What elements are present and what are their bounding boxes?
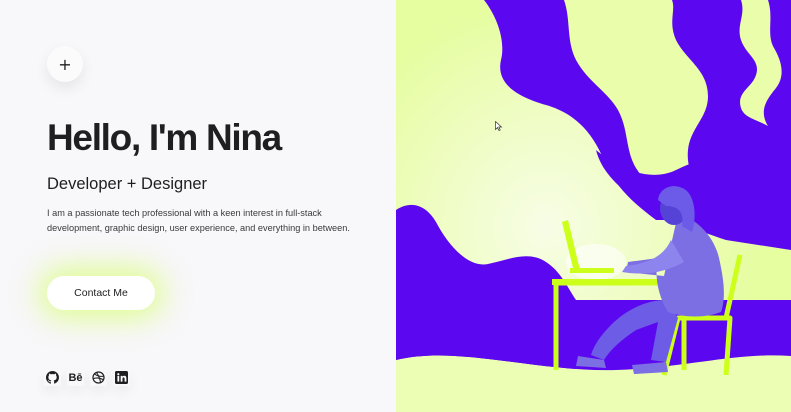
github-icon [46,371,59,384]
plus-icon: + [58,54,72,74]
linkedin-link[interactable] [113,369,130,386]
menu-button[interactable]: + [47,46,83,82]
hero-illustration [396,0,791,412]
dribbble-icon [92,371,105,384]
contact-button[interactable]: Contact Me [47,276,155,310]
behance-link[interactable]: Bē [67,369,84,386]
dribbble-link[interactable] [90,369,107,386]
page-title: Hello, I'm Nina [47,117,282,158]
bio-text: I am a passionate tech professional with… [47,208,350,234]
github-link[interactable] [44,369,61,386]
intro-panel: + Hello, I'm Nina Developer + Designer I… [0,0,396,412]
mouse-cursor-icon [495,121,503,131]
linkedin-icon [115,371,128,384]
role-subtitle: Developer + Designer [47,175,208,193]
social-links: Bē [44,369,130,386]
behance-icon: Bē [68,371,83,384]
